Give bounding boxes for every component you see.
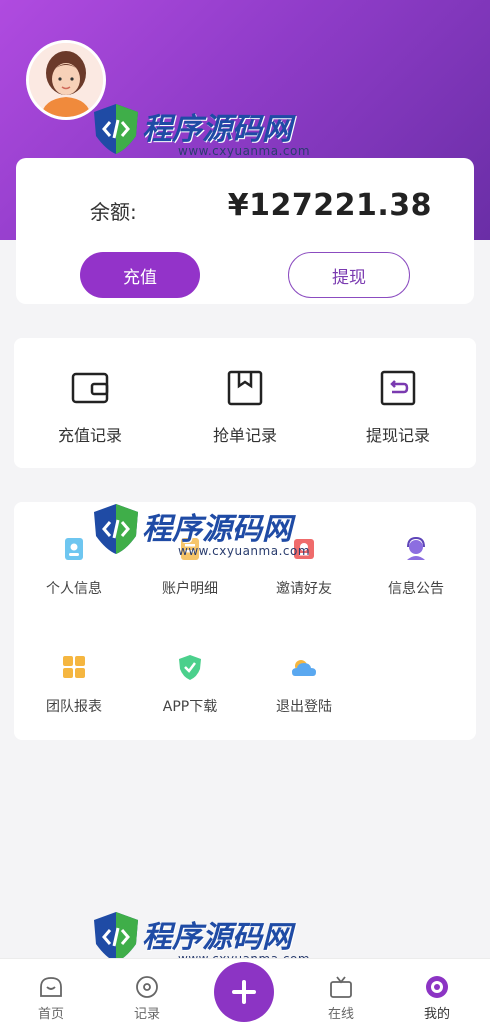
tv-icon [330, 976, 352, 998]
record-label: 提现记录 [365, 426, 430, 445]
menu-label: 账户明细 [162, 581, 218, 597]
return-icon [380, 370, 416, 406]
grab-records-item[interactable]: 抢单记录 [185, 368, 305, 446]
recharge-records-item[interactable]: 充值记录 [30, 368, 150, 446]
disc-icon [136, 976, 158, 998]
balance-label: 余额: [90, 200, 137, 224]
tab-label: 在线 [327, 1007, 354, 1022]
code-shield-icon [94, 912, 138, 962]
user-avatar-icon [29, 43, 103, 117]
grid-icon [63, 656, 85, 678]
cloud-icon [292, 660, 316, 676]
wallet-icon [71, 372, 109, 404]
home-icon [40, 977, 62, 997]
menu-label: APP下载 [162, 699, 218, 715]
profile-item[interactable]: 个人信息 [24, 534, 124, 598]
record-label: 抢单记录 [212, 426, 277, 445]
tab-label: 首页 [37, 1007, 64, 1022]
menu-label: 团队报表 [46, 699, 102, 715]
withdraw-button[interactable]: 提现 [288, 252, 410, 298]
menu-label: 信息公告 [388, 581, 444, 597]
shield-icon [179, 655, 201, 680]
id-card-icon [65, 538, 83, 560]
menu-label: 个人信息 [46, 581, 102, 597]
box-icon [227, 370, 263, 406]
tab-online[interactable]: 在线 [306, 973, 376, 1022]
invite-icon [294, 539, 314, 559]
balance-value: ¥127221.38 [227, 188, 432, 223]
announcements-item[interactable]: 信息公告 [366, 534, 466, 598]
ledger-icon [181, 538, 199, 560]
avatar[interactable] [26, 40, 106, 120]
menu-label: 退出登陆 [276, 699, 332, 715]
logout-item[interactable]: 退出登陆 [254, 652, 354, 716]
account-details-item[interactable]: 账户明细 [140, 534, 240, 598]
headset-icon [407, 536, 425, 560]
tab-mine[interactable]: 我的 [402, 973, 472, 1022]
menu-label: 邀请好友 [276, 581, 332, 597]
record-label: 充值记录 [57, 426, 122, 445]
tab-label: 记录 [133, 1007, 160, 1022]
center-add-button[interactable] [214, 962, 274, 1022]
records-card: 充值记录 抢单记录 提现记录 [14, 338, 476, 468]
withdraw-records-item[interactable]: 提现记录 [338, 368, 458, 446]
tab-label: 我的 [423, 1007, 450, 1022]
tab-records[interactable]: 记录 [112, 973, 182, 1022]
invite-friends-item[interactable]: 邀请好友 [254, 534, 354, 598]
tab-home[interactable]: 首页 [16, 973, 86, 1022]
recharge-button[interactable]: 充值 [80, 252, 200, 298]
menu-card: 个人信息 账户明细 邀请好友 信息公告 团队报表 APP下载 退出登陆 [14, 502, 476, 740]
app-download-item[interactable]: APP下载 [140, 652, 240, 716]
user-circle-icon [426, 976, 448, 998]
team-report-item[interactable]: 团队报表 [24, 652, 124, 716]
balance-card: 余额: ¥127221.38 充值 提现 [16, 158, 474, 304]
watermark-text: 程序源码网 [142, 920, 292, 955]
plus-icon [232, 980, 256, 1004]
